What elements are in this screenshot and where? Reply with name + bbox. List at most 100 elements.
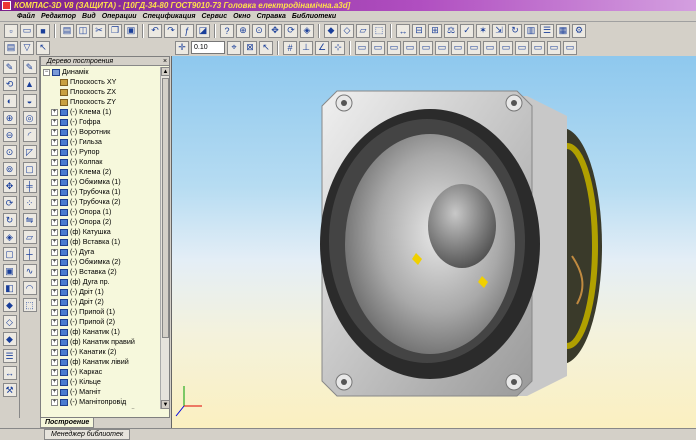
menu-editor[interactable]: Редактор (38, 11, 79, 21)
check-icon[interactable]: ✓ (460, 23, 474, 38)
chamfer-icon[interactable]: ◸ (22, 145, 37, 159)
menu-view[interactable]: Вид (79, 11, 99, 21)
expand-icon[interactable]: + (51, 198, 58, 206)
revolve-icon[interactable]: ◒ (22, 94, 37, 108)
surface-icon[interactable]: ◠ (22, 281, 37, 295)
zoom-icon[interactable]: ⊙ (252, 23, 266, 38)
tree-item[interactable]: + (-) Клема (1) (41, 107, 161, 117)
tree-item[interactable]: Плоскость ZY (41, 97, 161, 107)
select-icon[interactable]: ↖ (36, 40, 50, 55)
tool-10-icon[interactable]: ▭ (499, 40, 513, 55)
pan-icon[interactable]: ✥ (268, 23, 282, 38)
pan-view-icon[interactable]: ✥ (2, 179, 17, 193)
cursor-icon[interactable]: ↖ (259, 40, 273, 55)
tree-item[interactable]: + (-) Обжимка (1) (41, 177, 161, 187)
scroll-down-icon[interactable]: ▼ (161, 400, 170, 409)
expand-icon[interactable]: + (51, 378, 58, 386)
tree-item[interactable]: + (ф) Канатик (1) (41, 327, 161, 337)
wireframe-icon[interactable]: ◇ (340, 23, 354, 38)
expand-icon[interactable]: + (51, 268, 58, 276)
cut-icon[interactable]: ✂ (92, 23, 106, 38)
expand-icon[interactable]: + (51, 358, 58, 366)
mass-icon[interactable]: ⚖ (444, 23, 458, 38)
help-icon[interactable]: ? (220, 23, 234, 38)
tree-item[interactable]: + (-) Припой (1) (41, 307, 161, 317)
expand-icon[interactable]: + (51, 218, 58, 226)
tool-8-icon[interactable]: ▭ (467, 40, 481, 55)
local-cs-icon[interactable]: ⊹ (331, 40, 345, 55)
zoom-in-icon[interactable]: ⊕ (2, 111, 17, 125)
plane-icon[interactable]: ▱ (22, 230, 37, 244)
expand-icon[interactable]: + (51, 118, 58, 126)
menu-file[interactable]: Файл (14, 11, 38, 21)
expand-icon[interactable]: + (51, 408, 58, 409)
rotate-icon[interactable]: ⟳ (284, 23, 298, 38)
report-icon[interactable]: ▦ (556, 23, 570, 38)
zoom-fit-icon[interactable]: ⊙ (2, 145, 17, 159)
hole-icon[interactable]: ◎ (22, 111, 37, 125)
tab-construction[interactable]: Построение (40, 418, 95, 428)
menu-specification[interactable]: Спецификация (140, 11, 199, 21)
tool-13-icon[interactable]: ▭ (547, 40, 561, 55)
mate-icon[interactable]: ⊞ (428, 23, 442, 38)
cube-icon[interactable]: ◇ (2, 315, 17, 329)
view-front-icon[interactable]: ▢ (2, 247, 17, 261)
new-file-icon[interactable]: ▫ (4, 23, 18, 38)
spec-view-icon[interactable]: ☰ (2, 349, 17, 363)
tool-6-icon[interactable]: ▭ (435, 40, 449, 55)
tool-2-icon[interactable]: ▭ (371, 40, 385, 55)
extrude-icon[interactable]: ▲ (22, 77, 37, 91)
tree-item[interactable]: + (-) Обжимка (2) (41, 257, 161, 267)
tree-item[interactable]: + (-) Трубочка (2) (41, 197, 161, 207)
menu-libraries[interactable]: Библиотеки (289, 11, 339, 21)
collision-icon[interactable]: ✶ (476, 23, 490, 38)
angle-icon[interactable]: ∠ (315, 40, 329, 55)
tool-3-icon[interactable]: ▭ (387, 40, 401, 55)
tree-item[interactable]: + (-) Гофра (41, 117, 161, 127)
expand-icon[interactable]: + (51, 248, 58, 256)
view-side-icon[interactable]: ◧ (2, 281, 17, 295)
tree-item[interactable]: + (-) Опора (2) (41, 217, 161, 227)
library-manager-tab[interactable]: Менеджер библиотек (44, 429, 131, 440)
rib-icon[interactable]: ╪ (22, 179, 37, 193)
tree-item[interactable]: + (-) Вставка (2) (41, 267, 161, 277)
axis-icon[interactable]: ✛ (175, 40, 189, 55)
expand-icon[interactable]: + (51, 368, 58, 376)
app-icon[interactable] (2, 1, 11, 10)
expand-icon[interactable]: + (51, 238, 58, 246)
tools-left-icon[interactable]: ⚒ (2, 383, 17, 397)
paste-icon[interactable]: ▣ (124, 23, 138, 38)
perspective-icon[interactable]: ⬚ (372, 23, 386, 38)
properties-icon[interactable]: ◪ (196, 23, 210, 38)
snap-icon[interactable]: ⌖ (227, 40, 241, 55)
rebuild-icon[interactable]: ⟲ (2, 77, 17, 91)
expand-icon[interactable]: + (51, 128, 58, 136)
redo-icon[interactable]: ↷ (164, 23, 178, 38)
tree-item[interactable]: + (-) Колпак (41, 157, 161, 167)
library-icon[interactable]: ▥ (524, 23, 538, 38)
tree-item[interactable]: + (-) Дріт (2) (41, 297, 161, 307)
tree-item[interactable]: + (-) Опора (1) (41, 207, 161, 217)
tree-item[interactable]: + (ф) Катушка (41, 227, 161, 237)
view-top-icon[interactable]: ▣ (2, 264, 17, 278)
tree-item[interactable]: + (ф) Дуга пр. (41, 277, 161, 287)
tree-item[interactable]: + (-) Воротник (41, 127, 161, 137)
tool-5-icon[interactable]: ▭ (419, 40, 433, 55)
expand-icon[interactable]: + (51, 108, 58, 116)
tree-item[interactable]: + (-) Канатик (2) (41, 347, 161, 357)
expand-icon[interactable]: + (51, 188, 58, 196)
measure-icon[interactable]: ↔ (396, 23, 410, 38)
shaded-icon[interactable]: ◆ (324, 23, 338, 38)
sketch-icon[interactable]: ✎ (22, 60, 37, 74)
tree-item[interactable]: + (-) Каркас (41, 367, 161, 377)
expand-icon[interactable]: + (51, 318, 58, 326)
curve-icon[interactable]: ∿ (22, 264, 37, 278)
hide-icon[interactable]: ◐ (2, 94, 17, 108)
orbit-icon[interactable]: ↻ (2, 213, 17, 227)
expand-icon[interactable]: + (51, 168, 58, 176)
expand-icon[interactable]: + (51, 388, 58, 396)
tree-root[interactable]: − Динамік (41, 67, 161, 77)
expand-icon[interactable]: + (51, 258, 58, 266)
cube-shaded-icon[interactable]: ◆ (2, 332, 17, 346)
zoom-out-icon[interactable]: ⊖ (2, 128, 17, 142)
